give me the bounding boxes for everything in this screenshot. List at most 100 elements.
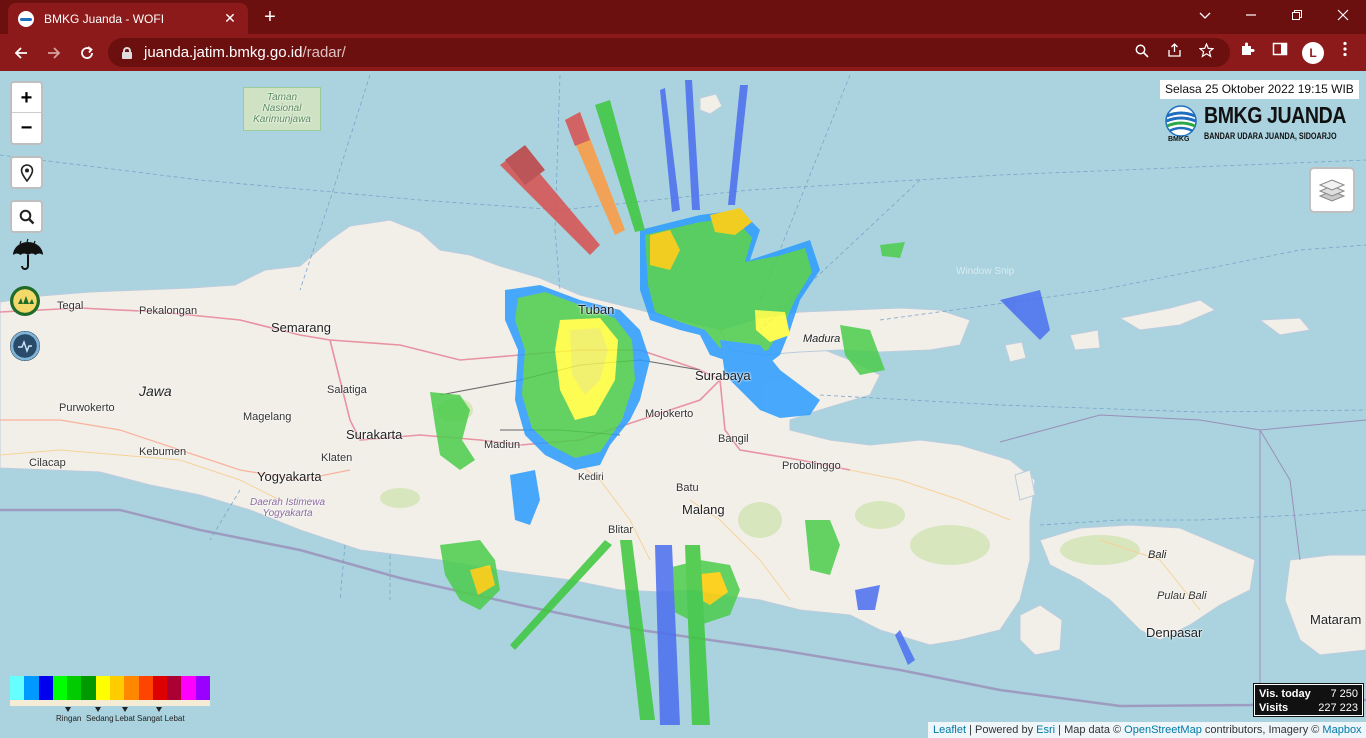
place-label: Yogyakarta	[257, 469, 322, 484]
mapbox-link[interactable]: Mapbox	[1322, 724, 1361, 736]
arrow-left-icon	[14, 47, 27, 59]
small-island	[1069, 329, 1101, 351]
search-map-button[interactable]	[10, 200, 43, 233]
ferry-route	[554, 74, 561, 291]
brand-logo-text: BMKG	[1168, 136, 1190, 143]
reload-button[interactable]	[74, 40, 100, 66]
search-icon	[1135, 44, 1149, 58]
place-label: Kebumen	[139, 446, 187, 458]
rain-intensity-legend: Ringan Sedang Lebat Sangat Lebat	[10, 676, 210, 726]
extensions-button[interactable]	[1237, 41, 1259, 63]
legend-label: Sangat Lebat	[137, 714, 185, 723]
share-icon	[1167, 43, 1181, 57]
legend-label: Ringan	[56, 714, 82, 723]
address-bar[interactable]: juanda.jatim.bmkg.go.id/radar/	[108, 38, 1230, 67]
legend-tick	[156, 707, 162, 712]
map-attribution: Leaflet | Powered by Esri | Map data © O…	[928, 722, 1366, 738]
layers-icon	[1318, 179, 1346, 202]
bmkg-brand: BMKG JUANDA BANDAR UDARA JUANDA, SIDOARJ…	[1164, 102, 1346, 148]
brand-subtitle: BANDAR UDARA JUANDA, SIDOARJO	[1204, 131, 1337, 141]
bookmark-button[interactable]	[1196, 42, 1216, 63]
park-line: Karimunjawa	[253, 114, 311, 125]
restore-button[interactable]	[1274, 4, 1320, 28]
national-park-label: Taman Nasional Karimunjawa	[243, 87, 321, 131]
tab-close-button[interactable]: ✕	[222, 10, 238, 27]
radar-streak	[880, 242, 905, 258]
puzzle-icon	[1242, 42, 1255, 55]
place-label: Batu	[676, 482, 699, 494]
small-island	[1258, 317, 1311, 336]
place-label: Tuban	[578, 302, 615, 317]
umbrella-icon	[13, 238, 43, 270]
legend-swatch	[181, 676, 196, 700]
park-line: Taman	[266, 92, 298, 103]
close-window-button[interactable]	[1320, 4, 1366, 28]
share-button[interactable]	[1164, 43, 1184, 63]
search-icon	[19, 209, 34, 224]
tab-search-button[interactable]	[1182, 4, 1228, 28]
legend-swatch	[10, 676, 25, 700]
place-label: Mojokerto	[645, 408, 694, 420]
minimize-button[interactable]	[1228, 4, 1274, 28]
lombok-island	[1284, 554, 1366, 656]
place-label: Blitar	[608, 524, 634, 536]
visits-today-label: Vis. today	[1259, 688, 1311, 700]
reload-icon	[81, 46, 93, 59]
place-label: Malang	[682, 502, 725, 517]
legend-swatch	[124, 676, 139, 700]
forward-button[interactable]	[41, 40, 67, 66]
place-label: Denpasar	[1146, 625, 1203, 640]
zoom-out-button[interactable]: −	[12, 113, 41, 143]
legend-swatch	[81, 676, 96, 700]
esri-link[interactable]: Esri	[1036, 724, 1055, 736]
radar-streak	[595, 100, 645, 232]
brand-name: BMKG JUANDA	[1204, 102, 1346, 128]
place-label: Magelang	[243, 411, 292, 423]
back-button[interactable]	[8, 40, 34, 66]
place-label: Kediri	[578, 472, 604, 483]
place-label: Madura	[803, 333, 841, 345]
arrow-right-icon	[48, 47, 61, 59]
legend-color-bar	[10, 676, 210, 700]
legend-swatch	[152, 676, 168, 700]
earthquake-logo-icon[interactable]	[10, 331, 40, 361]
legend-label: Sedang	[86, 714, 114, 723]
zoom-control: + −	[10, 81, 43, 145]
new-tab-button[interactable]: +	[258, 5, 282, 29]
profile-avatar[interactable]: L	[1302, 42, 1324, 64]
side-panel-button[interactable]	[1269, 41, 1291, 63]
url-domain: juanda.jatim.bmkg.go.id	[144, 44, 303, 61]
forest-area	[1060, 535, 1140, 565]
place-label: Semarang	[271, 320, 331, 335]
radar-map[interactable]: Tegal Pekalongan Semarang Jawa Purwokert…	[0, 71, 1366, 738]
star-icon	[1197, 42, 1215, 58]
visit-counter: Vis. today 7 250 Visits 227 223	[1253, 683, 1364, 717]
legend-swatch	[195, 676, 210, 700]
java-island	[0, 219, 1036, 646]
place-label: Purwokerto	[59, 402, 115, 414]
osm-link[interactable]: OpenStreetMap	[1124, 724, 1202, 736]
browser-toolbar: juanda.jatim.bmkg.go.id/radar/	[0, 34, 1366, 71]
radar-streak	[685, 80, 700, 210]
radar-streak	[660, 88, 680, 212]
leaflet-link[interactable]: Leaflet	[933, 724, 966, 736]
locate-button[interactable]	[10, 156, 43, 189]
layers-button[interactable]	[1309, 167, 1355, 213]
visits-total-label: Visits	[1259, 702, 1289, 714]
chevron-down-icon	[1199, 12, 1211, 19]
small-island	[1118, 299, 1217, 331]
url-path: /radar/	[302, 44, 346, 61]
browser-menu-button[interactable]	[1334, 41, 1356, 63]
browser-tab[interactable]: BMKG Juanda - WOFI ✕	[8, 3, 248, 34]
legend-swatch	[138, 676, 153, 700]
place-label: Salatiga	[327, 384, 367, 396]
zoom-in-button[interactable]: +	[12, 83, 41, 113]
legend-strip	[10, 700, 210, 706]
search-page-button[interactable]	[1132, 43, 1152, 63]
visits-today-value: 7 250	[1330, 688, 1358, 700]
tsunami-logo-icon[interactable]	[10, 286, 40, 316]
restore-icon	[1292, 10, 1302, 20]
rain-umbrella-button[interactable]	[11, 238, 45, 272]
close-icon	[1337, 9, 1349, 21]
legend-swatch	[24, 676, 39, 700]
